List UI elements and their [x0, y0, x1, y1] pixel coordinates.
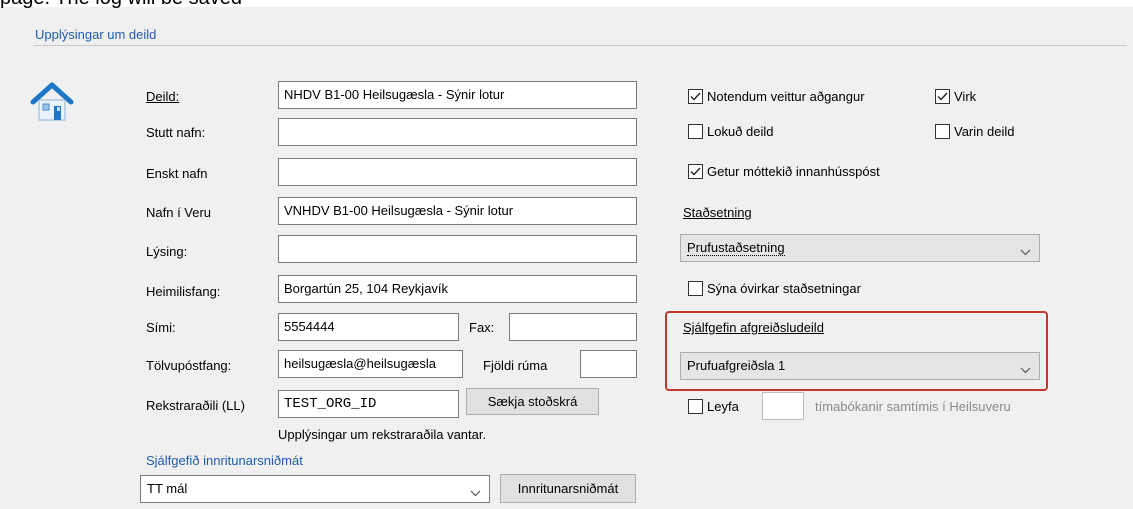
rekstraradili-label: Rekstraraðili (LL) — [146, 398, 245, 413]
rekstraradili-warning: Upplýsingar um rekstraraðila vantar. — [278, 427, 487, 442]
stadsetning-label: Staðsetning — [683, 205, 752, 220]
virk-label: Virk — [954, 89, 977, 104]
chevron-down-icon — [1020, 362, 1031, 377]
syna-checkbox-row[interactable]: Sýna óvirkar staðsetningar — [688, 281, 861, 296]
tolvupostfang-input[interactable]: heilsugæsla@heilsugæsla — [278, 350, 463, 378]
virk-checkbox-row[interactable]: Virk — [935, 89, 976, 104]
rekstraradili-input[interactable]: TEST_ORG_ID — [278, 390, 459, 418]
tolvupostfang-label: Tölvupóstfang: — [146, 358, 232, 373]
notendum-label: Notendum veittur aðgangur — [707, 89, 865, 104]
stutt-nafn-input[interactable] — [278, 118, 637, 146]
innritun-select-value: TT mál — [147, 481, 188, 496]
group-divider — [33, 45, 1127, 46]
varin-label: Varin deild — [954, 124, 1015, 139]
leyfa-label: Leyfa — [707, 399, 739, 414]
simi-input[interactable]: 5554444 — [278, 313, 459, 341]
heimilisfang-input[interactable]: Borgartún 25, 104 Reykjavík — [278, 275, 637, 303]
lysing-label: Lýsing: — [146, 244, 188, 259]
syna-checkbox[interactable] — [688, 281, 703, 296]
notendum-checkbox[interactable] — [688, 89, 703, 104]
stutt-nafn-label: Stutt nafn: — [146, 125, 206, 140]
afgreidsla-label: Sjálfgefin afgreiðsludeild — [683, 320, 824, 335]
fjoldi-ruma-label: Fjöldi rúma — [483, 358, 548, 373]
afgreidsla-select[interactable]: Prufuafgreiðsla 1 — [680, 352, 1040, 380]
innritun-select[interactable]: TT mál — [140, 475, 490, 503]
chevron-down-icon — [470, 485, 481, 500]
enskt-nafn-label: Enskt nafn — [146, 166, 208, 181]
saekja-stodskra-button[interactable]: Sækja stoðskrá — [466, 388, 599, 415]
getur-label: Getur móttekið innanhússpóst — [707, 164, 880, 179]
group-title: Upplýsingar um deild — [35, 27, 157, 42]
stadsetning-select-value: Prufustaðsetning — [687, 240, 785, 256]
leyfa-count-input[interactable] — [762, 392, 804, 420]
virk-checkbox[interactable] — [935, 89, 950, 104]
house-icon — [30, 82, 74, 127]
lokud-checkbox[interactable] — [688, 124, 703, 139]
nafn-veru-input[interactable]: VNHDV B1-00 Heilsugæsla - Sýnir lotur — [278, 197, 637, 225]
fjoldi-ruma-input[interactable] — [580, 350, 637, 378]
nafn-veru-label: Nafn í Veru — [146, 205, 212, 220]
heimilisfang-label: Heimilisfang: — [146, 284, 221, 299]
partial-header-text: page. The log will be saved — [0, 0, 242, 10]
stadsetning-select[interactable]: Prufustaðsetning — [680, 234, 1040, 262]
deild-input[interactable]: NHDV B1-00 Heilsugæsla - Sýnir lotur — [278, 81, 637, 109]
innritun-label: Sjálfgefið innritunarsniðmát — [146, 453, 303, 468]
timabokanir-label: tímabókanir samtímis í Heilsuveru — [815, 399, 1011, 414]
deild-label: Deild: — [146, 89, 180, 104]
afgreidsla-select-value: Prufuafgreiðsla 1 — [687, 358, 786, 373]
enskt-nafn-input[interactable] — [278, 158, 637, 186]
varin-checkbox[interactable] — [935, 124, 950, 139]
notendum-checkbox-row[interactable]: Notendum veittur aðgangur — [688, 89, 865, 104]
fax-label: Fax: — [469, 320, 495, 335]
simi-label: Sími: — [146, 320, 176, 335]
fax-input[interactable] — [509, 313, 637, 341]
getur-checkbox[interactable] — [688, 164, 703, 179]
syna-label: Sýna óvirkar staðsetningar — [707, 281, 861, 296]
lysing-input[interactable] — [278, 235, 637, 263]
leyfa-checkbox-row[interactable]: Leyfa — [688, 399, 739, 414]
getur-checkbox-row[interactable]: Getur móttekið innanhússpóst — [688, 164, 880, 179]
varin-checkbox-row[interactable]: Varin deild — [935, 124, 1014, 139]
leyfa-checkbox[interactable] — [688, 399, 703, 414]
innritunarsnidmat-button[interactable]: Innritunarsniðmát — [500, 474, 636, 503]
lokud-label: Lokuð deild — [707, 124, 774, 139]
chevron-down-icon — [1020, 244, 1031, 259]
lokud-checkbox-row[interactable]: Lokuð deild — [688, 124, 774, 139]
